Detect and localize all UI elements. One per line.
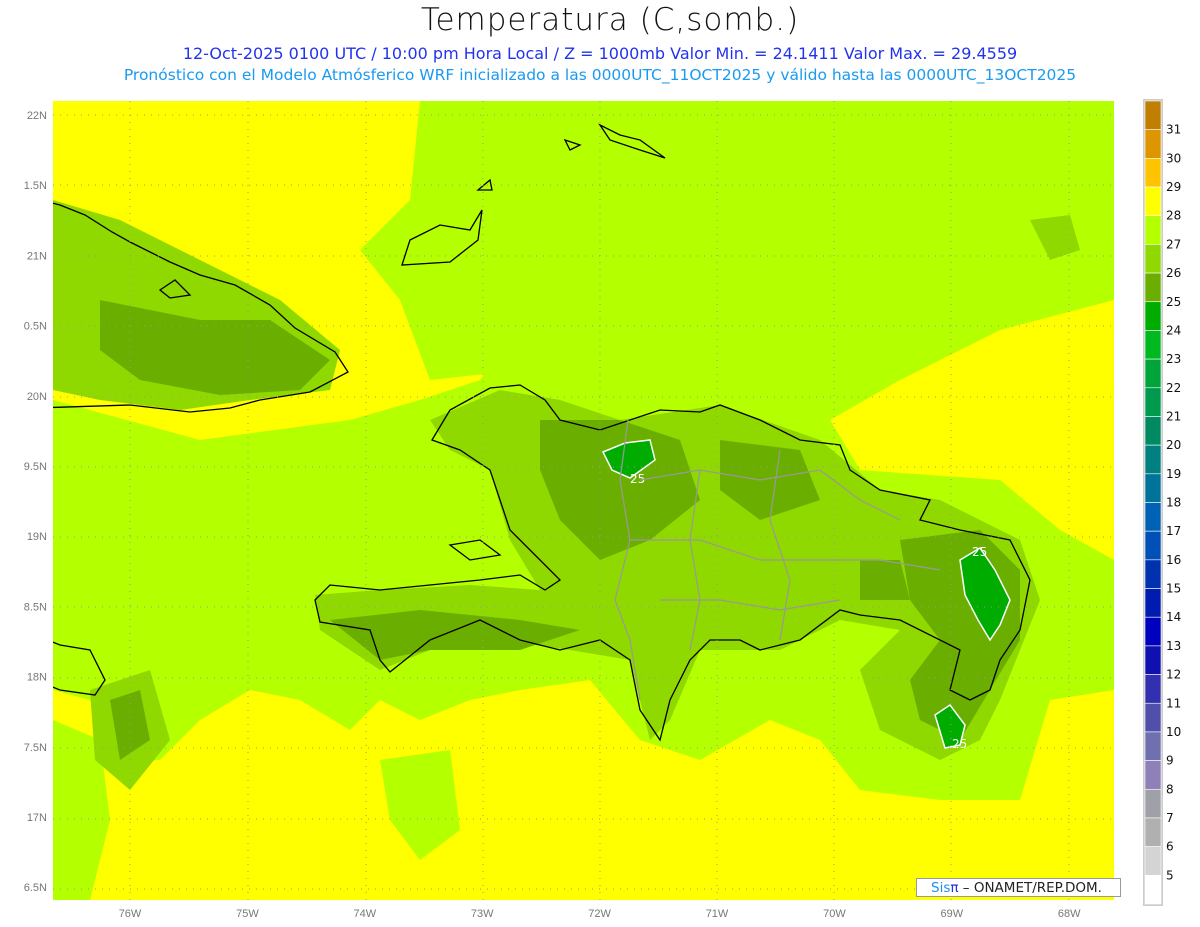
colorbar-swatch	[1144, 674, 1162, 704]
model-info-subtitle: Pronóstico con el Modelo Atmósferico WRF…	[123, 66, 1077, 84]
credit-brand-pi: π	[950, 880, 959, 896]
colorbar-label: 23	[1166, 352, 1181, 366]
colorbar-label: 28	[1166, 209, 1181, 223]
colorbar-label: 30	[1166, 151, 1181, 165]
colorbar-swatch	[1144, 817, 1162, 847]
colorbar-label: 27	[1166, 237, 1181, 251]
lon-tick-label: 71W	[706, 908, 729, 920]
colorbar-swatch	[1144, 702, 1162, 733]
colorbar-swatch	[1144, 129, 1162, 159]
colorbar-label: 14	[1166, 610, 1181, 624]
colorbar-swatch	[1144, 875, 1162, 905]
colorbar-label: 24	[1166, 323, 1181, 337]
colorbar-swatch	[1144, 387, 1162, 417]
credit-box: Sisπ – ONAMET/REP.DOM.	[916, 878, 1121, 897]
colorbar-swatch	[1144, 616, 1162, 647]
colorbar-label: 5	[1166, 868, 1174, 882]
colorbar-swatch	[1144, 215, 1162, 245]
colorbar-swatch	[1144, 244, 1162, 274]
colorbar-swatch	[1144, 788, 1162, 819]
colorbar-label: 19	[1166, 467, 1181, 481]
colorbar-label: 29	[1166, 180, 1181, 194]
colorbar-swatch	[1144, 846, 1162, 876]
colorbar-label: 8	[1166, 782, 1174, 796]
colorbar-swatch	[1144, 358, 1162, 389]
colorbar-label: 26	[1166, 266, 1181, 280]
colorbar-swatch	[1144, 530, 1162, 561]
longitude-labels: 76W 75W 74W 73W 72W 71W 70W 69W 68W	[119, 908, 1081, 920]
lat-tick-label: 19N	[27, 531, 47, 543]
lon-tick-label: 73W	[471, 908, 494, 920]
lat-tick-label: 1.5N	[24, 180, 47, 192]
lon-tick-label: 74W	[353, 908, 376, 920]
colorbar-label: 21	[1166, 409, 1181, 423]
colorbar-label: 6	[1166, 840, 1174, 854]
valid-time-subtitle: 12-Oct-2025 0100 UTC / 10:00 pm Hora Loc…	[182, 44, 1018, 63]
lon-tick-label: 70W	[823, 908, 846, 920]
colorbar-swatch	[1144, 559, 1162, 589]
credit-brand-sis: Sis	[931, 880, 951, 896]
lat-tick-label: 18N	[27, 672, 47, 684]
colorbar-swatch	[1144, 100, 1162, 130]
colorbar-swatch	[1144, 416, 1162, 446]
colorbar-swatch	[1144, 473, 1162, 503]
lat-tick-label: 7.5N	[24, 742, 47, 754]
colorbar-label: 9	[1166, 754, 1174, 768]
colorbar-swatch	[1144, 502, 1162, 532]
lat-tick-label: 9.5N	[24, 461, 47, 473]
colorbar-swatch	[1144, 158, 1162, 188]
colorbar-label: 25	[1166, 295, 1181, 309]
colorbar-swatch	[1144, 301, 1162, 331]
lat-tick-label: 17N	[27, 812, 47, 824]
colorbar-swatch	[1144, 330, 1162, 360]
colorbar-swatch	[1144, 588, 1162, 618]
map-title: Temperatura (C,somb.)	[420, 2, 800, 38]
colorbar-label: 20	[1166, 438, 1181, 452]
latitude-labels: 22N 1.5N 21N 0.5N 20N 9.5N 19N 8.5N 18N 7.5N 17N 6.…	[24, 110, 47, 894]
colorbar-swatch	[1144, 186, 1162, 217]
temperature-map: 25 25 25 76W 75W 74W 73W 72W 71W 70W 69W…	[24, 99, 1181, 920]
lat-tick-label: 20N	[27, 391, 47, 403]
colorbar-label: 12	[1166, 668, 1181, 682]
colorbar-label: 16	[1166, 553, 1181, 567]
colorbar-label: 18	[1166, 496, 1181, 510]
colorbar-label: 7	[1166, 811, 1174, 825]
lat-tick-label: 21N	[27, 250, 47, 262]
contour-label: 25	[972, 545, 987, 559]
colorbar-label: 15	[1166, 582, 1181, 596]
lat-tick-label: 8.5N	[24, 601, 47, 613]
colorbar-swatch	[1144, 444, 1162, 475]
lon-tick-label: 76W	[119, 908, 142, 920]
lat-tick-label: 22N	[27, 110, 47, 122]
colorbar-swatch	[1144, 731, 1162, 761]
colorbar-legend: 31 30 29 28 27 26 25 24 23 22 21 20 19 18 17 16 15 14 13 12…	[1143, 99, 1181, 906]
colorbar-label: 31	[1166, 123, 1181, 137]
colorbar-label: 17	[1166, 524, 1181, 538]
colorbar-swatch	[1144, 645, 1162, 675]
credit-text: – ONAMET/REP.DOM.	[958, 880, 1102, 896]
lat-tick-label: 0.5N	[24, 321, 47, 333]
lon-tick-label: 75W	[236, 908, 259, 920]
colorbar-label: 10	[1166, 725, 1181, 739]
colorbar-label: 22	[1166, 381, 1181, 395]
shaded-field: 25 25 25	[53, 101, 1114, 900]
colorbar-label: 11	[1166, 696, 1181, 710]
lat-tick-label: 6.5N	[24, 882, 47, 894]
colorbar-label: 13	[1166, 639, 1181, 653]
contour-label: 25	[952, 737, 967, 751]
colorbar-swatch	[1144, 760, 1162, 790]
colorbar-swatch	[1144, 272, 1162, 303]
lon-tick-label: 72W	[588, 908, 611, 920]
lon-tick-label: 68W	[1058, 908, 1081, 920]
lon-tick-label: 69W	[940, 908, 963, 920]
